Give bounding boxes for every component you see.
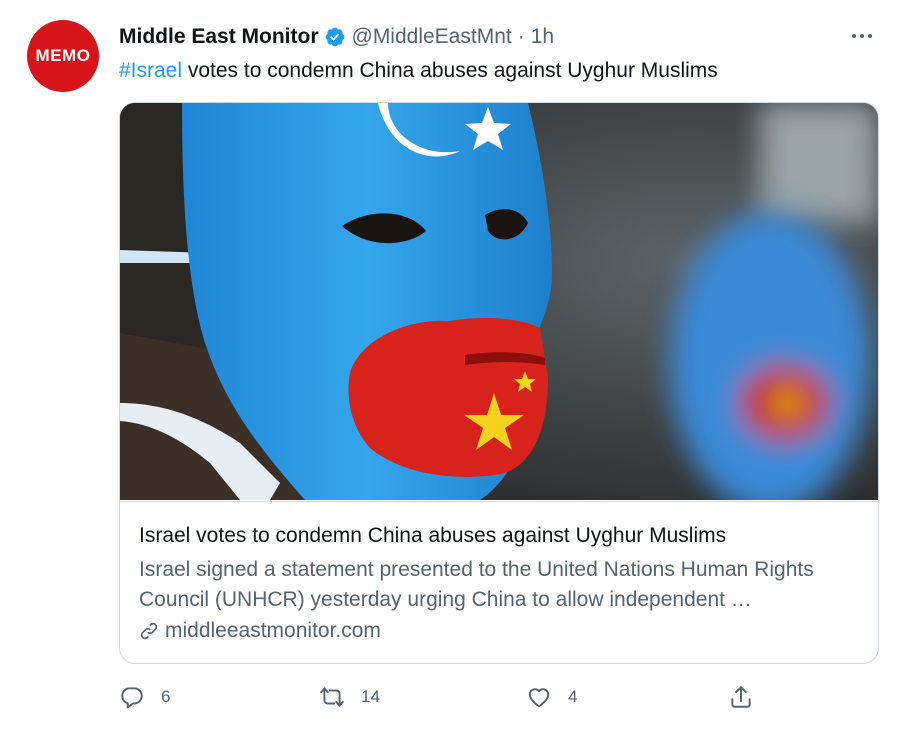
card-domain-text: middleeastmonitor.com bbox=[165, 619, 381, 642]
retweet-button[interactable]: 14 bbox=[319, 680, 380, 714]
hashtag-link[interactable]: #Israel bbox=[119, 59, 182, 82]
account-handle[interactable]: @MiddleEastMnt bbox=[352, 25, 512, 49]
card-body: Israel votes to condemn China abuses aga… bbox=[120, 501, 878, 663]
retweet-icon bbox=[320, 687, 344, 707]
verified-badge-icon bbox=[325, 27, 344, 47]
like-button[interactable]: 4 bbox=[526, 680, 577, 714]
link-card[interactable]: Israel votes to condemn China abuses aga… bbox=[119, 102, 879, 664]
separator-dot: · bbox=[517, 25, 525, 48]
retweet-count: 14 bbox=[361, 687, 380, 706]
tweet-timestamp[interactable]: 1h bbox=[531, 25, 554, 49]
more-options-icon[interactable] bbox=[852, 28, 878, 44]
card-description: Israel signed a statement presented to t… bbox=[139, 558, 814, 611]
link-icon bbox=[140, 622, 158, 640]
tweet-text: #Israel votes to condemn China abuses ag… bbox=[119, 56, 718, 86]
reply-icon bbox=[121, 687, 143, 709]
card-domain[interactable]: middleeastmonitor.com bbox=[139, 617, 381, 645]
share-icon bbox=[731, 686, 751, 708]
card-image bbox=[120, 103, 878, 500]
avatar-logo-text: MEMO bbox=[35, 46, 91, 65]
action-bar: 6 14 4 bbox=[119, 680, 879, 714]
avatar[interactable]: MEMO bbox=[27, 20, 99, 92]
heart-icon bbox=[528, 688, 550, 708]
like-count: 4 bbox=[568, 687, 578, 706]
tweet-body: votes to condemn China abuses against Uy… bbox=[182, 59, 718, 82]
account-name[interactable]: Middle East Monitor bbox=[119, 25, 319, 49]
reply-count: 6 bbox=[161, 687, 171, 706]
tweet[interactable]: MEMO Middle East Monitor @MiddleEastMnt … bbox=[0, 0, 909, 730]
share-button[interactable] bbox=[728, 680, 754, 714]
card-title[interactable]: Israel votes to condemn China abuses aga… bbox=[139, 522, 726, 550]
tweet-header: Middle East Monitor @MiddleEastMnt · 1h bbox=[119, 22, 554, 52]
reply-button[interactable]: 6 bbox=[119, 680, 170, 714]
